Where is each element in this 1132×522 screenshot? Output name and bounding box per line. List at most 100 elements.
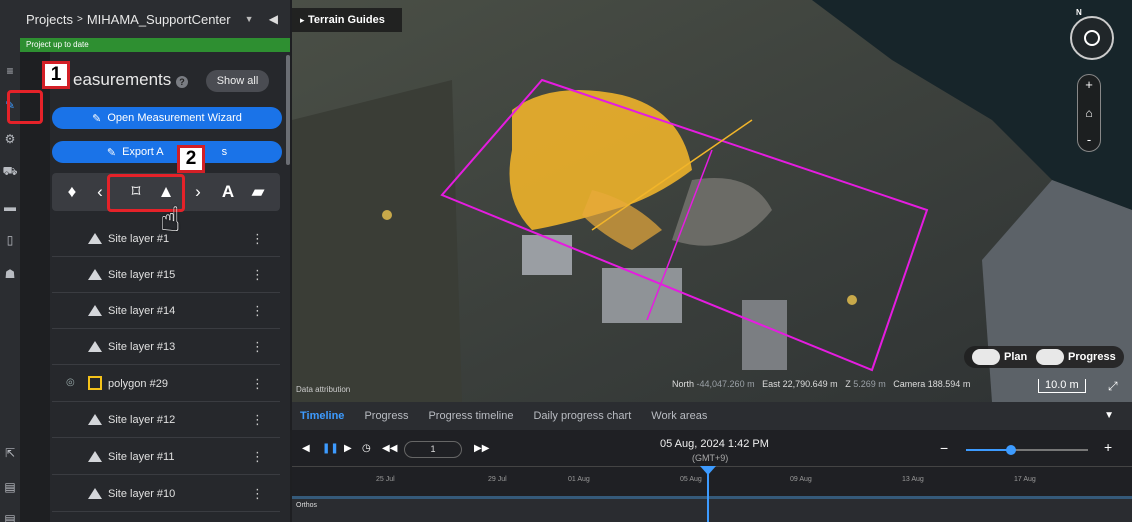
slider-knob[interactable] bbox=[1006, 445, 1016, 455]
terrain-guides-bar[interactable]: Terrain Guides bbox=[292, 8, 402, 32]
vehicle-icon[interactable]: ⛟ bbox=[1, 163, 19, 181]
orthos-track[interactable]: Orthos bbox=[292, 496, 1132, 522]
east-value: 22,790.649 m bbox=[782, 379, 838, 389]
layer-item[interactable]: Site layer #10 ⋮ bbox=[52, 476, 280, 512]
timeline-zoom-slider[interactable] bbox=[966, 445, 1088, 455]
callout-number: 1 bbox=[42, 61, 70, 89]
tab-progress-timeline[interactable]: Progress timeline bbox=[428, 410, 513, 422]
tab-daily-progress-chart[interactable]: Daily progress chart bbox=[533, 410, 631, 422]
surface-icon bbox=[88, 233, 102, 244]
timezone: (GMT+9) bbox=[692, 453, 729, 463]
polygon-icon bbox=[88, 376, 102, 390]
collapse-panel-icon[interactable]: ◀ bbox=[269, 12, 278, 26]
csv-file-icon[interactable]: ▤ bbox=[1, 478, 19, 496]
tick-label: 09 Aug bbox=[790, 476, 812, 483]
progress-switch[interactable] bbox=[1036, 349, 1064, 365]
north-label: North bbox=[672, 379, 695, 389]
more-options-icon[interactable]: ⋮ bbox=[251, 449, 264, 465]
panel-scrollbar[interactable] bbox=[286, 55, 290, 165]
export-button[interactable]: ✎ Export A s bbox=[52, 141, 282, 163]
more-options-icon[interactable]: ⋮ bbox=[251, 267, 264, 283]
project-header[interactable]: Projects > MIHAMA_SupportCenter ▼ ◀ bbox=[20, 0, 290, 38]
scale-bar: 10.0 m bbox=[1038, 379, 1086, 393]
tab-work-areas[interactable]: Work areas bbox=[651, 410, 707, 422]
layer-item[interactable]: Site layer #13 ⋮ bbox=[52, 329, 280, 365]
layer-name: polygon #29 bbox=[108, 377, 168, 390]
folder-icon[interactable]: ▰ bbox=[248, 181, 268, 203]
fullscreen-icon[interactable]: ⤢ bbox=[1108, 379, 1118, 394]
surface-icon bbox=[88, 488, 102, 499]
device-icon[interactable]: ▯ bbox=[1, 231, 19, 249]
layer-name: Site layer #12 bbox=[108, 413, 176, 426]
plan-label: Plan bbox=[1004, 351, 1028, 363]
tick-label: 01 Aug bbox=[568, 476, 590, 483]
breadcrumb-root[interactable]: Projects bbox=[26, 12, 73, 27]
zoom-in-timeline-icon[interactable]: + bbox=[1104, 439, 1112, 455]
compass-north: N bbox=[1076, 8, 1082, 17]
tick-label: 05 Aug bbox=[680, 476, 702, 483]
more-options-icon[interactable]: ⋮ bbox=[251, 412, 264, 428]
breadcrumb-separator: > bbox=[76, 13, 83, 25]
left-rail: ≡ ✎ ⚙ ⛟ ▬ ▯ ☗ ⇱ ▤ ▤ bbox=[0, 0, 20, 522]
chevron-down-icon[interactable]: ▼ bbox=[1104, 410, 1114, 421]
settings-icon[interactable]: ⚙ bbox=[1, 130, 19, 148]
more-options-icon[interactable]: ⋮ bbox=[251, 339, 264, 355]
playback-controls: ◀ ❚❚ ▶ ◷ ◀◀ 1 ▶▶ 05 Aug, 2024 1:42 PM (G… bbox=[292, 430, 1132, 466]
step-back-icon[interactable]: ◀ bbox=[302, 443, 310, 454]
file-icon[interactable]: ▤ bbox=[1, 510, 19, 522]
zoom-controls: + ⌂ - bbox=[1077, 74, 1101, 152]
rewind-icon[interactable]: ◀◀ bbox=[382, 443, 397, 454]
compass-control[interactable] bbox=[1070, 16, 1114, 60]
fast-forward-icon[interactable]: ▶▶ bbox=[474, 443, 489, 454]
plan-switch[interactable] bbox=[972, 349, 1000, 365]
export-icon[interactable]: ⇱ bbox=[1, 444, 19, 462]
panel-title: easurements bbox=[73, 70, 172, 89]
surface-icon bbox=[88, 305, 102, 316]
folder-rail-icon[interactable]: ▬ bbox=[1, 198, 19, 216]
play-icon[interactable]: ▶ bbox=[344, 443, 352, 454]
pause-icon[interactable]: ❚❚ bbox=[322, 443, 339, 454]
pin-icon[interactable]: ♦ bbox=[62, 181, 82, 203]
callout-number: 2 bbox=[177, 145, 205, 173]
more-options-icon[interactable]: ⋮ bbox=[251, 486, 264, 502]
people-icon[interactable]: ☗ bbox=[1, 265, 19, 283]
layer-item[interactable]: Site layer #14 ⋮ bbox=[52, 293, 280, 329]
layer-name: Site layer #14 bbox=[108, 304, 176, 317]
help-icon[interactable]: ? bbox=[176, 76, 188, 88]
tick-label: 25 Jul bbox=[376, 476, 395, 483]
frame-step-input[interactable]: 1 bbox=[404, 441, 462, 458]
zoom-out-button[interactable]: - bbox=[1078, 131, 1100, 151]
zoom-in-button[interactable]: + bbox=[1078, 75, 1100, 95]
chevron-down-icon[interactable]: ▼ bbox=[245, 14, 254, 24]
layers-icon[interactable]: ≡ bbox=[1, 62, 19, 80]
text-icon[interactable]: A bbox=[218, 181, 238, 203]
tab-progress[interactable]: Progress bbox=[364, 410, 408, 422]
tab-timeline[interactable]: Timeline bbox=[300, 410, 344, 422]
progress-label: Progress bbox=[1068, 351, 1116, 363]
layer-name: Site layer #13 bbox=[108, 340, 176, 353]
z-value: 5.269 m bbox=[853, 379, 886, 389]
zoom-out-timeline-icon[interactable]: − bbox=[940, 440, 948, 456]
open-wizard-label: Open Measurement Wizard bbox=[107, 112, 242, 124]
timeline-tabs: Timeline Progress Progress timeline Dail… bbox=[292, 402, 1132, 430]
coordinate-readout: North -44,047.260 m East 22,790.649 m Z … bbox=[672, 379, 970, 389]
surface-icon bbox=[88, 269, 102, 280]
layer-item[interactable]: Site layer #12 ⋮ bbox=[52, 402, 280, 438]
visibility-off-icon[interactable]: ◎ bbox=[66, 377, 75, 388]
playhead-handle[interactable] bbox=[700, 466, 716, 475]
app-root: ≡ ✎ ⚙ ⛟ ▬ ▯ ☗ ⇱ ▤ ▤ Projects > MIHAMA_Su… bbox=[0, 0, 1132, 522]
project-name[interactable]: MIHAMA_SupportCenter bbox=[87, 12, 231, 27]
layer-item[interactable]: Site layer #15 ⋮ bbox=[52, 257, 280, 293]
layer-item[interactable]: ◎ polygon #29 ⋮ bbox=[52, 366, 280, 402]
more-options-icon[interactable]: ⋮ bbox=[251, 303, 264, 319]
clock-icon[interactable]: ◷ bbox=[362, 443, 371, 454]
map-viewport[interactable]: Terrain Guides N + ⌂ - Plan Progress Nor… bbox=[292, 0, 1132, 402]
home-icon[interactable]: ⌂ bbox=[1078, 95, 1100, 131]
more-options-icon[interactable]: ⋮ bbox=[251, 376, 264, 392]
open-wizard-button[interactable]: ✎ Open Measurement Wizard bbox=[52, 107, 282, 129]
layer-item[interactable]: Site layer #11 ⋮ bbox=[52, 439, 280, 475]
more-options-icon[interactable]: ⋮ bbox=[251, 231, 264, 247]
show-all-button[interactable]: Show all bbox=[206, 70, 269, 92]
data-attribution[interactable]: Data attribution bbox=[296, 385, 350, 394]
chevron-icon[interactable]: › bbox=[188, 181, 208, 203]
